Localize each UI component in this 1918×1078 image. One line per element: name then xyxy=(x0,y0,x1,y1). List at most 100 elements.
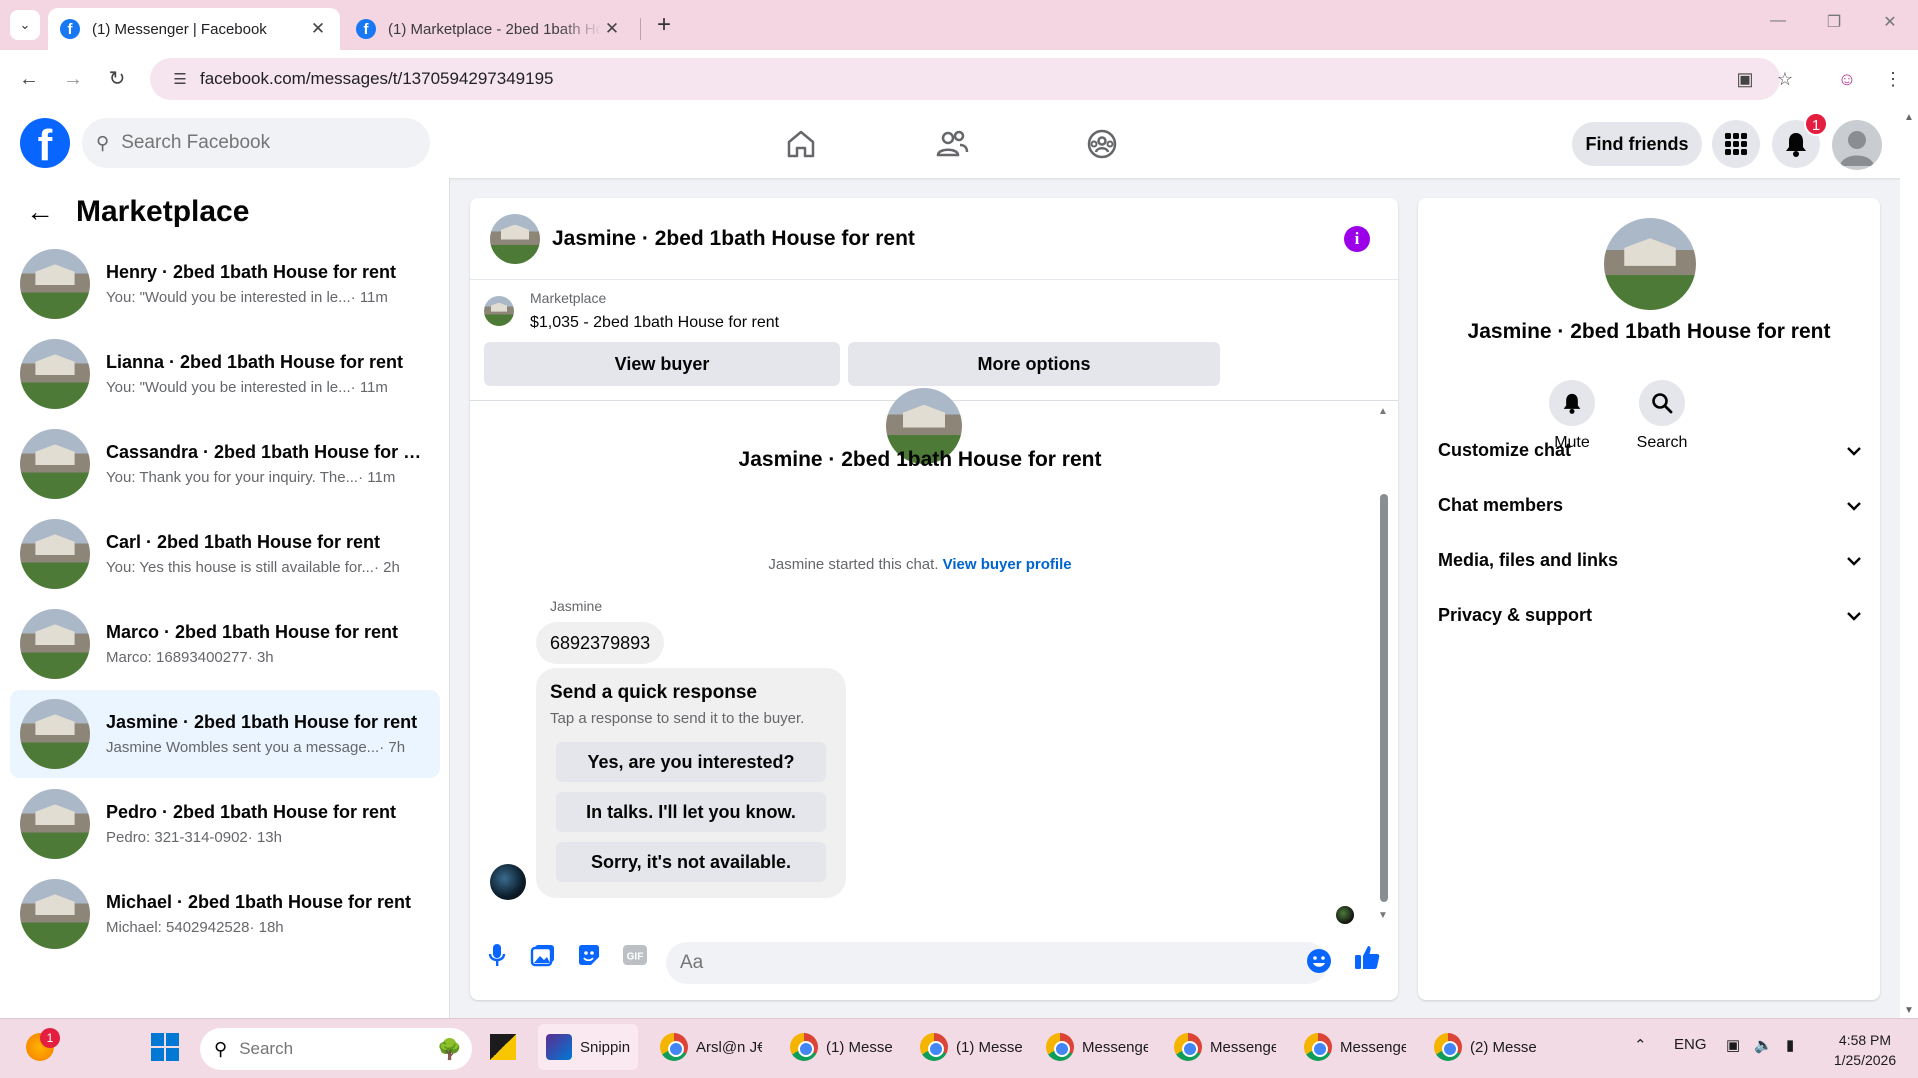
scroll-up-arrow-icon[interactable]: ▲ xyxy=(1378,406,1388,417)
taskbar-app-chrome[interactable]: (2) Messe xyxy=(1434,1024,1536,1070)
privacy-support-section[interactable]: Privacy & support xyxy=(1438,595,1862,635)
conversation-item[interactable]: Carl · 2bed 1bath House for rent You: Ye… xyxy=(10,510,440,598)
taskbar-app-chrome[interactable]: Arsl@n J€ xyxy=(660,1024,762,1070)
emoji-icon[interactable] xyxy=(1304,946,1334,976)
scroll-down-arrow-icon[interactable]: ▼ xyxy=(1904,1005,1914,1016)
taskbar-app-chrome[interactable]: Messenge xyxy=(1304,1024,1406,1070)
taskbar-app-chrome[interactable]: Messenge xyxy=(1046,1024,1148,1070)
system-clock[interactable]: 4:58 PM 1/25/2026 xyxy=(1820,1030,1910,1070)
chat-title[interactable]: Jasmine · 2bed 1bath House for rent xyxy=(552,227,915,251)
window-close-icon[interactable]: ✕ xyxy=(1870,12,1910,32)
details-avatar[interactable] xyxy=(1604,218,1696,310)
page-scrollbar[interactable]: ▲ ▼ xyxy=(1900,108,1918,1018)
more-options-button[interactable]: More options xyxy=(848,342,1220,386)
info-icon[interactable]: i xyxy=(1344,226,1370,252)
network-icon[interactable]: ▣ xyxy=(1726,1036,1740,1054)
media-files-links-section[interactable]: Media, files and links xyxy=(1438,540,1862,580)
chat-avatar[interactable] xyxy=(490,213,540,264)
groups-icon[interactable] xyxy=(1082,124,1122,164)
message-bubble[interactable]: 6892379893 xyxy=(536,622,665,664)
conversation-time: · 7h xyxy=(379,739,406,756)
taskbar-search-input[interactable] xyxy=(239,1039,390,1059)
account-avatar[interactable] xyxy=(1832,120,1882,170)
start-button[interactable] xyxy=(150,1024,180,1070)
chrome-icon xyxy=(660,1033,688,1061)
conversation-name: Michael · 2bed 1bath House for rent xyxy=(106,892,412,912)
conversation-item[interactable]: Henry · 2bed 1bath House for rent You: "… xyxy=(10,240,440,328)
volume-icon[interactable]: 🔈 xyxy=(1754,1036,1773,1054)
microphone-icon[interactable] xyxy=(482,940,512,970)
taskbar-app-snipping[interactable]: Snippin xyxy=(538,1024,639,1070)
conversation-time: · 11m xyxy=(350,289,388,306)
seen-indicator-avatar xyxy=(1336,906,1354,924)
photo-icon[interactable] xyxy=(528,940,558,970)
facebook-search-input[interactable] xyxy=(121,132,402,154)
tab-messenger[interactable]: f (1) Messenger | Facebook ✕ xyxy=(48,8,340,50)
back-arrow-icon[interactable]: ← xyxy=(26,196,54,228)
conversation-item[interactable]: Marco · 2bed 1bath House for rent Marco:… xyxy=(10,600,440,688)
file-explorer-icon[interactable] xyxy=(490,1024,516,1070)
taskbar-app-label: (1) Messe xyxy=(826,1038,892,1056)
profile-icon[interactable]: ☺ xyxy=(1832,64,1862,94)
chat-members-section[interactable]: Chat members xyxy=(1438,485,1862,525)
omnibox[interactable]: ☰ facebook.com/messages/t/13705942973491… xyxy=(150,58,1780,100)
search-icon xyxy=(1639,380,1685,426)
conversation-item[interactable]: Lianna · 2bed 1bath House for rent You: … xyxy=(10,330,440,418)
menu-grid-button[interactable] xyxy=(1712,120,1760,168)
taskbar-app-chrome[interactable]: (1) Messe xyxy=(920,1024,1022,1070)
site-info-icon[interactable]: ☰ xyxy=(160,70,200,88)
facebook-search[interactable]: ⚲ xyxy=(82,118,430,168)
quick-response-button[interactable]: Sorry, it's not available. xyxy=(556,842,826,882)
view-buyer-profile-link[interactable]: View buyer profile xyxy=(943,556,1072,573)
bookmark-star-icon[interactable]: ☆ xyxy=(1770,64,1800,94)
minimize-icon[interactable]: — xyxy=(1758,12,1798,30)
taskbar-search[interactable]: ⚲ 🌳 xyxy=(200,1028,472,1070)
message-composer[interactable] xyxy=(666,942,1328,984)
scroll-up-arrow-icon[interactable]: ▲ xyxy=(1904,112,1914,123)
chat-scrollbar-thumb[interactable] xyxy=(1380,494,1388,902)
install-app-icon[interactable]: ▣ xyxy=(1730,64,1760,94)
language-indicator[interactable]: ENG xyxy=(1674,1036,1707,1053)
new-tab-button[interactable]: + xyxy=(650,12,678,40)
close-icon[interactable]: ✕ xyxy=(308,19,328,39)
message-input[interactable] xyxy=(680,952,1240,974)
reload-icon[interactable]: ↻ xyxy=(102,64,132,94)
quick-response-button[interactable]: Yes, are you interested? xyxy=(556,742,826,782)
scroll-down-arrow-icon[interactable]: ▼ xyxy=(1378,910,1388,921)
friends-icon[interactable] xyxy=(932,124,972,164)
restore-icon[interactable]: ❐ xyxy=(1814,12,1854,32)
conversation-item[interactable]: Cassandra · 2bed 1bath House for rent Yo… xyxy=(10,420,440,508)
conversation-item[interactable]: Michael · 2bed 1bath House for rent Mich… xyxy=(10,870,440,958)
view-buyer-button[interactable]: View buyer xyxy=(484,342,840,386)
listing-title: $1,035 - 2bed 1bath House for rent xyxy=(530,314,780,331)
taskbar-app-chrome[interactable]: Messenge xyxy=(1174,1024,1276,1070)
facebook-logo-icon[interactable]: f xyxy=(20,118,70,168)
chrome-icon xyxy=(1434,1033,1462,1061)
customize-chat-section[interactable]: Customize chat xyxy=(1438,430,1862,470)
conversation-item-active[interactable]: Jasmine · 2bed 1bath House for rent Jasm… xyxy=(10,690,440,778)
show-hidden-icons-chevron-up-icon[interactable]: ⌃ xyxy=(1634,1036,1647,1054)
conversation-time: · 13h xyxy=(247,829,282,846)
home-icon[interactable] xyxy=(781,124,821,164)
close-icon[interactable]: ✕ xyxy=(602,19,622,39)
widget-badge: 1 xyxy=(40,1028,60,1048)
find-friends-button[interactable]: Find friends xyxy=(1572,122,1702,166)
conversation-time: · 2h xyxy=(373,559,400,576)
tab-search-button[interactable]: ⌄ xyxy=(10,10,40,40)
kebab-menu-icon[interactable]: ⋮ xyxy=(1878,64,1908,94)
section-label: Customize chat xyxy=(1438,439,1572,460)
battery-icon[interactable]: ▮ xyxy=(1786,1036,1794,1054)
sticker-icon[interactable] xyxy=(574,940,604,970)
quick-response-button[interactable]: In talks. I'll let you know. xyxy=(556,792,826,832)
gif-icon[interactable]: GIF xyxy=(620,940,650,970)
listing-thumbnail xyxy=(484,296,514,326)
quick-response-subtitle: Tap a response to send it to the buyer. xyxy=(550,710,805,727)
taskbar-app-chrome[interactable]: (1) Messe xyxy=(790,1024,892,1070)
back-icon[interactable]: ← xyxy=(14,64,44,94)
tab-marketplace[interactable]: f (1) Marketplace - 2bed 1bath House for… xyxy=(344,8,634,50)
sender-avatar[interactable] xyxy=(490,864,526,900)
listing-summary[interactable]: Marketplace $1,035 - 2bed 1bath House fo… xyxy=(484,290,779,332)
conversation-item[interactable]: Pedro · 2bed 1bath House for rent Pedro:… xyxy=(10,780,440,868)
thumbs-up-icon[interactable] xyxy=(1352,942,1382,972)
forward-icon[interactable]: → xyxy=(58,64,88,94)
